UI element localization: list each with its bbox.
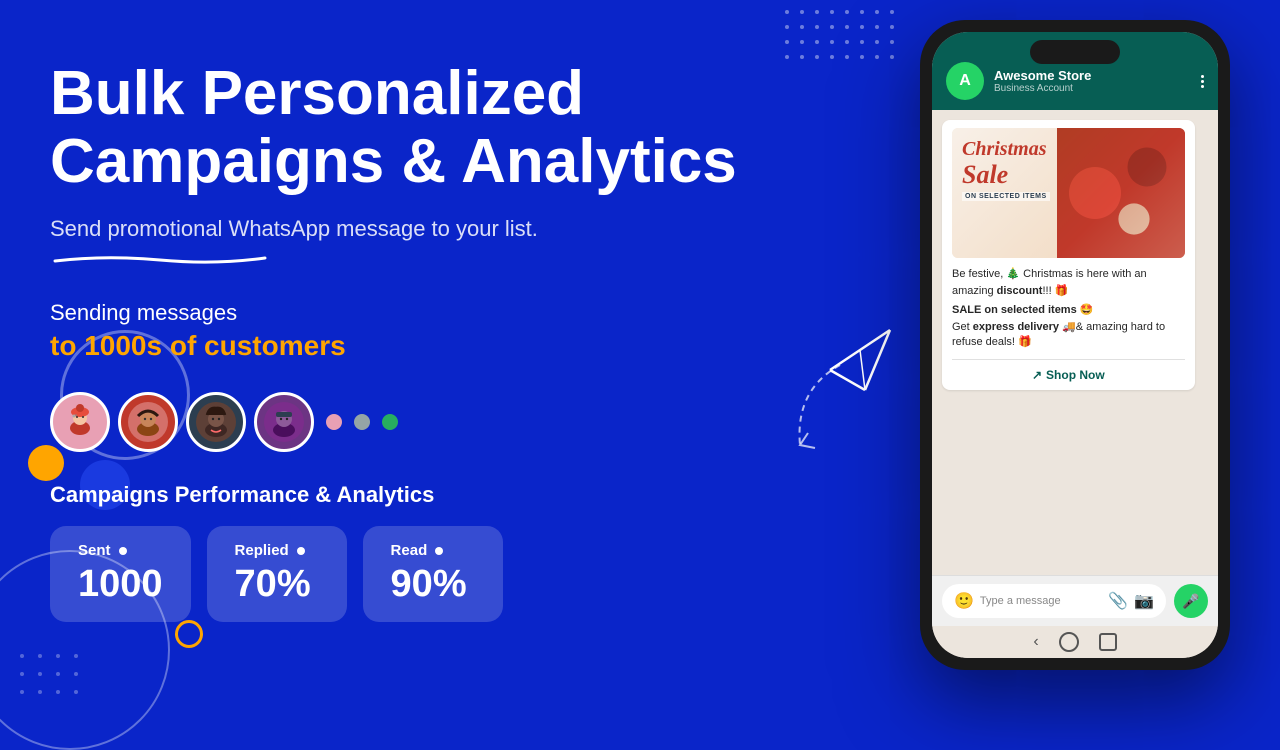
- back-icon[interactable]: ‹: [1033, 633, 1038, 651]
- customers-label: to 1000s of customers: [50, 330, 750, 362]
- mic-button[interactable]: 🎤: [1174, 584, 1208, 618]
- avatar-2: [118, 392, 178, 452]
- message-sale-line: SALE on selected items 🤩: [952, 303, 1185, 316]
- mic-icon: 🎤: [1182, 593, 1199, 610]
- stat-header-replied: Replied: [235, 542, 319, 559]
- xmas-photo: [1057, 128, 1185, 258]
- whatsapp-chat: Christmas Sale ON SELECTED ITEMS Be fest…: [932, 110, 1218, 575]
- whatsapp-store-info: Awesome Store Business Account: [994, 68, 1191, 94]
- shop-now-button[interactable]: ↗ Shop Now: [952, 359, 1185, 382]
- avatars-row: [50, 392, 750, 452]
- stat-header-sent: Sent: [78, 542, 163, 559]
- input-placeholder: Type a message: [980, 595, 1102, 607]
- stat-value-sent: 1000: [78, 563, 163, 606]
- stat-card-sent: Sent 1000: [50, 526, 191, 622]
- stat-card-read: Read 90%: [363, 526, 503, 622]
- main-title: Bulk Personalized Campaigns & Analytics: [50, 60, 750, 196]
- subtitle: Send promotional WhatsApp message to you…: [50, 216, 750, 242]
- stat-card-replied: Replied 70%: [207, 526, 347, 622]
- deco-circle-yellow-outline: [175, 620, 203, 648]
- extra-dot-3: [382, 414, 398, 430]
- phone-screen: A Awesome Store Business Account: [932, 32, 1218, 658]
- message-delivery-text: Get express delivery 🚚& amazing hard to …: [952, 320, 1185, 351]
- home-icon[interactable]: [1059, 632, 1079, 652]
- phone-mockup: A Awesome Store Business Account: [920, 20, 1230, 670]
- recents-icon[interactable]: [1099, 633, 1117, 651]
- banner-line1: Christmas: [962, 138, 1050, 160]
- camera-icon[interactable]: 📷: [1134, 591, 1154, 611]
- avatar-3: [186, 392, 246, 452]
- stats-row: Sent 1000 Replied 70% Read 90%: [50, 526, 750, 622]
- christmas-sale-banner: Christmas Sale ON SELECTED ITEMS: [952, 128, 1185, 258]
- dashed-curve-decoration: [780, 360, 850, 455]
- message-festive-text: Be festive, 🎄 Christmas is here with an …: [952, 266, 1185, 299]
- analytics-section-title: Campaigns Performance & Analytics: [50, 482, 750, 508]
- phone-notch: [1030, 40, 1120, 64]
- menu-dots-icon[interactable]: [1201, 75, 1204, 88]
- whatsapp-footer: 🙂 Type a message 📎 📷 🎤: [932, 575, 1218, 626]
- sending-label: Sending messages: [50, 300, 750, 326]
- stat-value-replied: 70%: [235, 563, 319, 606]
- phone-home-bar: ‹: [932, 626, 1218, 658]
- avatar-1: [50, 392, 110, 452]
- message-bubble: Christmas Sale ON SELECTED ITEMS Be fest…: [942, 120, 1195, 390]
- stat-header-read: Read: [391, 542, 475, 559]
- photo-overlay: [1057, 128, 1185, 258]
- store-status: Business Account: [994, 83, 1191, 94]
- message-image-banner: Christmas Sale ON SELECTED ITEMS: [952, 128, 1185, 258]
- stat-value-read: 90%: [391, 563, 475, 606]
- dot-grid-top-right: [785, 10, 900, 65]
- external-link-icon: ↗: [1032, 368, 1042, 382]
- emoji-icon[interactable]: 🙂: [954, 591, 974, 611]
- stat-dot-sent: [119, 547, 127, 555]
- left-section: Bulk Personalized Campaigns & Analytics …: [50, 60, 750, 622]
- underline-decoration: [50, 252, 270, 260]
- extra-dot-2: [354, 414, 370, 430]
- banner-line3: ON SELECTED ITEMS: [962, 192, 1050, 201]
- attachment-icon[interactable]: 📎: [1108, 591, 1128, 611]
- avatar-4: [254, 392, 314, 452]
- stat-dot-replied: [297, 547, 305, 555]
- whatsapp-avatar: A: [946, 62, 984, 100]
- extra-dot-1: [326, 414, 342, 430]
- banner-line2: Sale: [962, 160, 1050, 190]
- phone-frame: A Awesome Store Business Account: [920, 20, 1230, 670]
- store-name: Awesome Store: [994, 68, 1191, 83]
- message-input[interactable]: 🙂 Type a message 📎 📷: [942, 584, 1166, 618]
- stat-dot-read: [435, 547, 443, 555]
- christmas-text: Christmas Sale ON SELECTED ITEMS: [962, 138, 1050, 201]
